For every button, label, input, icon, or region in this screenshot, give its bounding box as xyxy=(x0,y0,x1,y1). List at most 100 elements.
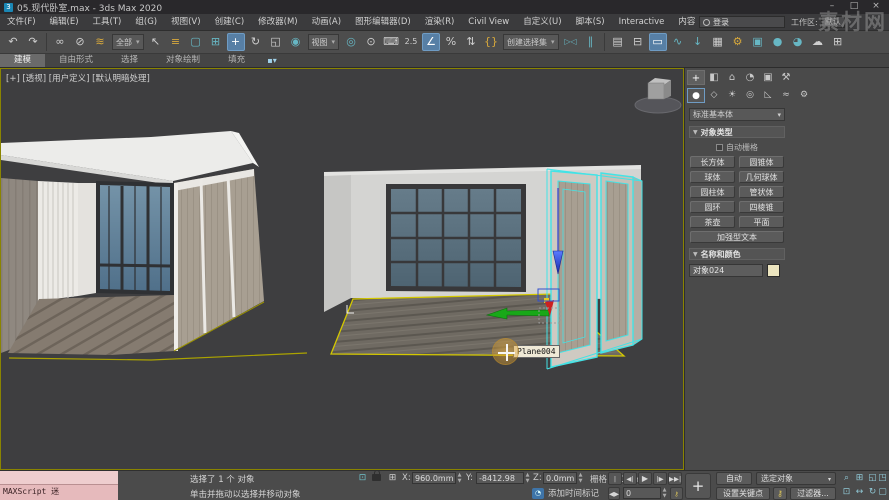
isolate-selection-icon[interactable]: ⊡ xyxy=(356,472,369,485)
object-color-swatch[interactable] xyxy=(767,264,780,277)
select-by-name-icon[interactable]: ≡ xyxy=(167,33,185,51)
rectangular-region-icon[interactable]: ▢ xyxy=(187,33,205,51)
percent-snap-icon[interactable]: % xyxy=(442,33,460,51)
menu-civil-view[interactable]: Civil View xyxy=(461,14,516,30)
scene-explorer-icon[interactable]: ▤ xyxy=(609,33,627,51)
object-type-header[interactable]: ▼ 对象类型 xyxy=(689,126,785,138)
close-button[interactable]: × xyxy=(865,0,887,13)
sphere-button[interactable]: 球体 xyxy=(690,171,735,183)
key-mode-icon[interactable]: ⚷ xyxy=(670,487,683,500)
play-button[interactable]: ▶ xyxy=(638,472,652,485)
key-filters-icon[interactable]: ⚷ xyxy=(773,487,787,500)
selection-lock-icon[interactable] xyxy=(372,474,381,481)
keyboard-override-icon[interactable]: ⌨ xyxy=(382,33,400,51)
time-nudge-icon[interactable]: ◀▶ xyxy=(608,487,620,500)
torus-button[interactable]: 圆环 xyxy=(690,201,735,213)
render-setup-icon[interactable]: ⚙ xyxy=(729,33,747,51)
unlink-selection-icon[interactable]: ⊘ xyxy=(71,33,89,51)
ribbon-config-icon[interactable]: ▪▾ xyxy=(259,54,285,67)
menu-group[interactable]: 组(G) xyxy=(128,14,164,30)
maximize-viewport-icon[interactable]: ▢ xyxy=(876,486,889,499)
app-store-icon[interactable]: ⊞ xyxy=(829,33,847,51)
modify-tab-icon[interactable]: ◧ xyxy=(705,70,723,85)
x-coordinate-field[interactable]: 960.0mm xyxy=(412,472,456,484)
workspace-value[interactable]: 默认 xyxy=(821,16,845,28)
select-and-scale-icon[interactable]: ◱ xyxy=(267,33,285,51)
align-icon[interactable]: ∥ xyxy=(582,33,600,51)
menu-scripting[interactable]: 脚本(S) xyxy=(569,14,612,30)
cameras-icon[interactable]: ◎ xyxy=(741,88,759,103)
menu-content[interactable]: 内容 xyxy=(671,14,702,30)
window-crossing-icon[interactable]: ⊞ xyxy=(207,33,225,51)
sign-in-control[interactable]: 登录 xyxy=(699,16,785,28)
menu-rendering[interactable]: 渲染(R) xyxy=(418,14,462,30)
create-tab-icon[interactable]: + xyxy=(687,70,705,85)
cone-button[interactable]: 圆锥体 xyxy=(739,156,784,168)
zoom-all-icon[interactable]: ⊞ xyxy=(853,472,866,485)
pyramid-button[interactable]: 四棱锥 xyxy=(739,201,784,213)
select-and-place-icon[interactable]: ◉ xyxy=(287,33,305,51)
pan-icon[interactable]: ↔ xyxy=(853,486,866,499)
next-frame-button[interactable]: |▶ xyxy=(653,472,667,485)
teapot-button[interactable]: 茶壶 xyxy=(690,216,735,228)
z-spinner[interactable]: ▲▼ xyxy=(577,472,584,484)
a360-cloud-icon[interactable]: ☁ xyxy=(809,33,827,51)
key-filters-button[interactable]: 过滤器... xyxy=(790,487,836,500)
plane-button[interactable]: 平面 xyxy=(739,216,784,228)
minimize-button[interactable]: – xyxy=(821,0,843,13)
select-and-rotate-icon[interactable]: ↻ xyxy=(247,33,265,51)
zoom-icon[interactable]: ⌕ xyxy=(840,472,853,485)
layer-explorer-icon[interactable]: ⊟ xyxy=(629,33,647,51)
selected-frame-object[interactable] xyxy=(547,169,642,369)
named-selection-sets-dropdown[interactable]: 创建选择集 ▾ xyxy=(503,34,559,50)
undo-icon[interactable]: ↶ xyxy=(4,33,22,51)
absolute-transform-icon[interactable]: ⊞ xyxy=(386,472,399,485)
auto-key-button[interactable]: 自动 xyxy=(716,472,752,485)
render-production-icon[interactable]: ● xyxy=(769,33,787,51)
snap-toggle-25-icon[interactable]: 2.5 xyxy=(402,33,420,51)
redo-icon[interactable]: ↷ xyxy=(24,33,42,51)
maxscript-input-row[interactable] xyxy=(0,471,118,485)
spacewarps-icon[interactable]: ≈ xyxy=(777,88,795,103)
z-coordinate-field[interactable]: 0.0mm xyxy=(543,472,577,484)
zoom-extents-all-icon[interactable]: ◳ xyxy=(876,472,889,485)
autogrid-checkbox[interactable]: 自动栅格 xyxy=(689,142,785,153)
set-keys-button[interactable]: + xyxy=(685,473,711,499)
menu-customize[interactable]: 自定义(U) xyxy=(516,14,568,30)
display-tab-icon[interactable]: ▣ xyxy=(759,70,777,85)
hierarchy-tab-icon[interactable]: ⌂ xyxy=(723,70,741,85)
menu-graph-editors[interactable]: 图形编辑器(D) xyxy=(348,14,418,30)
go-to-start-button[interactable]: |◀◀ xyxy=(608,472,622,485)
lights-icon[interactable]: ☀ xyxy=(723,88,741,103)
mirror-icon[interactable]: ▷◁ xyxy=(562,33,580,51)
add-time-tag[interactable]: ◔ 添加时间标记 xyxy=(532,487,599,499)
tab-modeling[interactable]: 建模 xyxy=(0,54,45,67)
geosphere-button[interactable]: 几何球体 xyxy=(739,171,784,183)
viewport-label[interactable]: [+] [透视] [用户定义] [默认明暗处理] xyxy=(6,72,150,84)
select-and-move-icon[interactable]: + xyxy=(227,33,245,51)
material-editor-icon[interactable]: ▦ xyxy=(709,33,727,51)
menu-tools[interactable]: 工具(T) xyxy=(86,14,129,30)
left-room-model[interactable] xyxy=(1,131,307,360)
y-coordinate-field[interactable]: -8412.98 xyxy=(476,472,524,484)
y-spinner[interactable]: ▲▼ xyxy=(524,472,531,484)
utilities-tab-icon[interactable]: ⚒ xyxy=(777,70,795,85)
render-iterative-icon[interactable]: ◕ xyxy=(789,33,807,51)
x-spinner[interactable]: ▲▼ xyxy=(456,472,463,484)
ribbon-toggle-icon[interactable]: ▭ xyxy=(649,33,667,51)
menu-file[interactable]: 文件(F) xyxy=(0,14,43,30)
spinner-snap-icon[interactable]: ⇅ xyxy=(462,33,480,51)
bind-to-spacewarp-icon[interactable]: ≋ xyxy=(91,33,109,51)
use-pivot-center-icon[interactable]: ◎ xyxy=(342,33,360,51)
selection-filter-dropdown[interactable]: 全部 ▾ xyxy=(112,34,144,50)
angle-snap-icon[interactable]: ∠ xyxy=(422,33,440,51)
select-and-link-icon[interactable]: ∞ xyxy=(51,33,69,51)
maxscript-mini-listener[interactable]: MAXScript 迷 xyxy=(0,471,118,500)
menu-edit[interactable]: 编辑(E) xyxy=(43,14,86,30)
object-name-input[interactable]: 对象024 xyxy=(689,264,763,277)
motion-tab-icon[interactable]: ◔ xyxy=(741,70,759,85)
tube-button[interactable]: 管状体 xyxy=(739,186,784,198)
rendered-frame-window-icon[interactable]: ▣ xyxy=(749,33,767,51)
select-object-icon[interactable]: ↖ xyxy=(147,33,165,51)
go-to-end-button[interactable]: ▶▶| xyxy=(668,472,682,485)
